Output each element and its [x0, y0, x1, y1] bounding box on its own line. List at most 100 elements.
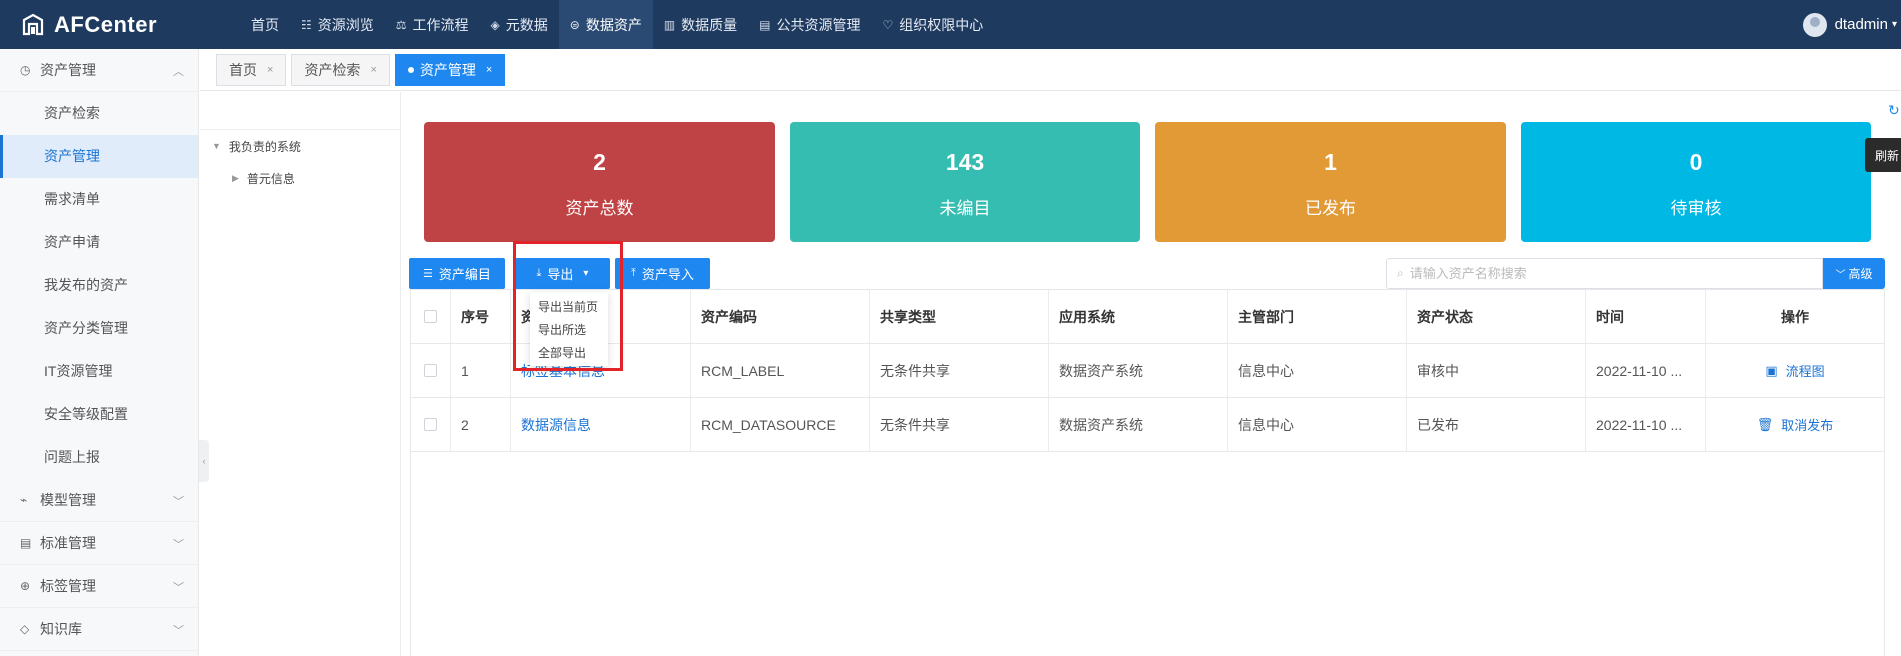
sidebar-group-standard[interactable]: ▤ 标准管理 ﹀ [0, 522, 198, 565]
document-icon: ▤ [759, 17, 771, 32]
close-icon[interactable]: × [267, 64, 273, 76]
username: dtadmin [1834, 16, 1888, 33]
nav-metadata[interactable]: ◈ 元数据 [480, 0, 559, 49]
user-menu[interactable]: dtadmin ▾ [1802, 0, 1901, 49]
column-header: 序号 [451, 290, 511, 343]
flowchart-action[interactable]: ▣ 流程图 [1706, 344, 1884, 397]
sidebar-group-tags[interactable]: ⊕ 标签管理 ﹀ [0, 565, 198, 608]
unpublish-action[interactable]: 🗑 取消发布 [1706, 398, 1884, 451]
row-select-cell [411, 398, 451, 451]
row-checkbox[interactable] [424, 364, 437, 377]
status-cell: 审核中 [1407, 344, 1586, 397]
caret-right-icon[interactable]: ▶ [232, 173, 239, 184]
table-row: 1 标签基本信息 RCM_LABEL 无条件共享 数据资产系统 信息中心 审核中… [411, 344, 1884, 398]
layers-icon: ◈ [490, 17, 500, 32]
nav-label: 数据资产 [585, 16, 642, 33]
top-navigation-bar: AFCenter 首页 ☷ 资源浏览 ⚖ 工作流程 ◈ 元数据 ⊜ 数据资产 ▥ 数据质量… [0, 0, 1901, 49]
sidebar-group-label: 标准管理 [40, 535, 96, 551]
nav-label: 元数据 [505, 16, 548, 33]
tree-node-root[interactable]: ▼ 我负责的系统 [200, 130, 400, 162]
sidebar-item-asset-search[interactable]: 资产检索 [0, 92, 198, 135]
column-header: 主管部门 [1228, 290, 1407, 343]
nav-data-quality[interactable]: ▥ 数据质量 [653, 0, 748, 49]
stat-card-total[interactable]: 2 资产总数 [424, 122, 775, 242]
tag-icon: ⊕ [20, 579, 31, 593]
action-label: 取消发布 [1781, 418, 1834, 433]
tab-home[interactable]: 首页 × [216, 54, 287, 86]
sidebar-group-model[interactable]: ⌁ 模型管理 ﹀ [0, 479, 198, 522]
nav-resource-browse[interactable]: ☷ 资源浏览 [290, 0, 385, 49]
row-select-cell [411, 344, 451, 397]
stat-card-pending[interactable]: 0 待审核 [1521, 122, 1871, 242]
nav-home[interactable]: 首页 [240, 0, 290, 49]
row-checkbox[interactable] [424, 418, 437, 431]
sidebar-item-security-level[interactable]: 安全等级配置 [0, 393, 198, 436]
nav-data-assets[interactable]: ⊜ 数据资产 [558, 0, 653, 49]
chevron-down-icon: ﹀ [173, 539, 184, 551]
app-logo[interactable]: AFCenter [0, 12, 240, 38]
sidebar-group-asset-management[interactable]: ◷ 资产管理 ︿ [0, 49, 198, 92]
refresh-icon[interactable]: ↻ [1888, 102, 1900, 119]
close-icon[interactable]: × [370, 64, 376, 76]
sidebar-item-asset-category[interactable]: 资产分类管理 [0, 307, 198, 350]
caret-down-icon[interactable]: ▼ [212, 141, 221, 151]
sidebar-item-asset-management[interactable]: 资产管理 [0, 135, 198, 178]
nav-org-permissions[interactable]: ♡ 组织权限中心 [872, 0, 995, 49]
advanced-search-button[interactable]: ﹀ 高级 [1823, 258, 1885, 289]
app-name: AFCenter [54, 11, 158, 37]
select-all-checkbox[interactable] [424, 310, 437, 323]
button-label: 高级 [1848, 267, 1873, 281]
sidebar-item-my-published[interactable]: 我发布的资产 [0, 264, 198, 307]
search-input[interactable] [1409, 266, 1822, 281]
stat-label: 资产总数 [565, 199, 634, 218]
knowledge-icon: ◇ [20, 622, 30, 636]
asset-table: 序号 资 资产编码 共享类型 应用系统 主管部门 资产状态 时间 操作 1 标签… [410, 289, 1885, 656]
tree-node-child[interactable]: ▶ 普元信息 [200, 162, 400, 194]
column-header: 操作 [1781, 308, 1809, 325]
logo-icon [22, 13, 44, 35]
tab-asset-search[interactable]: 资产检索 × [291, 54, 390, 86]
app-system-cell: 数据资产系统 [1049, 344, 1228, 397]
sidebar-item-asset-application[interactable]: 资产申请 [0, 221, 198, 264]
share-type-cell: 无条件共享 [870, 344, 1049, 397]
shield-icon: ♡ [882, 17, 894, 32]
nav-label: 数据质量 [681, 16, 738, 33]
tab-asset-management[interactable]: 资产管理 × [394, 54, 506, 86]
sidebar-group-knowledge[interactable]: ◇ 知识库 ﹀ [0, 608, 198, 651]
select-all-cell [411, 290, 451, 343]
chevron-up-icon: ︿ [173, 66, 184, 78]
sidebar-item-demand-list[interactable]: 需求清单 [0, 178, 198, 221]
avatar [1802, 12, 1827, 37]
stat-value: 1 [1324, 149, 1337, 175]
table-header-row: 序号 资 资产编码 共享类型 应用系统 主管部门 资产状态 时间 操作 [411, 290, 1884, 344]
sidebar-item-issue-report[interactable]: 问题上报 [0, 436, 198, 479]
flowchart-icon: ▣ [1765, 362, 1778, 378]
button-label: 资产编目 [438, 267, 491, 282]
sidebar-item-it-resources[interactable]: IT资源管理 [0, 350, 198, 393]
time-cell: 2022-11-10 ... [1586, 344, 1706, 397]
nav-workflow[interactable]: ⚖ 工作流程 [385, 0, 480, 49]
nav-label: 资源浏览 [317, 16, 374, 33]
list-icon: ☷ [301, 17, 312, 32]
standard-icon: ▤ [20, 536, 32, 550]
search-icon: ⌕ [1397, 266, 1404, 280]
asset-name-link[interactable]: 数据源信息 [511, 398, 691, 451]
tab-label: 首页 [229, 62, 257, 78]
asset-import-button[interactable]: ⤒ 资产导入 [615, 258, 710, 289]
refresh-tooltip: 刷新 [1865, 138, 1901, 172]
column-header: 资产状态 [1407, 290, 1586, 343]
nav-public-resources[interactable]: ▤ 公共资源管理 [748, 0, 871, 49]
close-icon[interactable]: × [486, 64, 492, 76]
stat-card-uncataloged[interactable]: 143 未编目 [790, 122, 1140, 242]
status-cell: 已发布 [1407, 398, 1586, 451]
trash-icon: 🗑 [1756, 416, 1774, 432]
chevron-down-icon: ﹀ [173, 582, 184, 594]
clock-icon: ◷ [20, 63, 31, 77]
stat-label: 待审核 [1670, 199, 1722, 218]
tree-node-label: 普元信息 [246, 171, 295, 186]
index-cell: 1 [451, 344, 511, 397]
tab-label: 资产管理 [419, 62, 476, 78]
stat-card-published[interactable]: 1 已发布 [1155, 122, 1506, 242]
asset-catalog-button[interactable]: ☰ 资产编目 [409, 258, 505, 289]
stat-label: 已发布 [1305, 199, 1356, 218]
